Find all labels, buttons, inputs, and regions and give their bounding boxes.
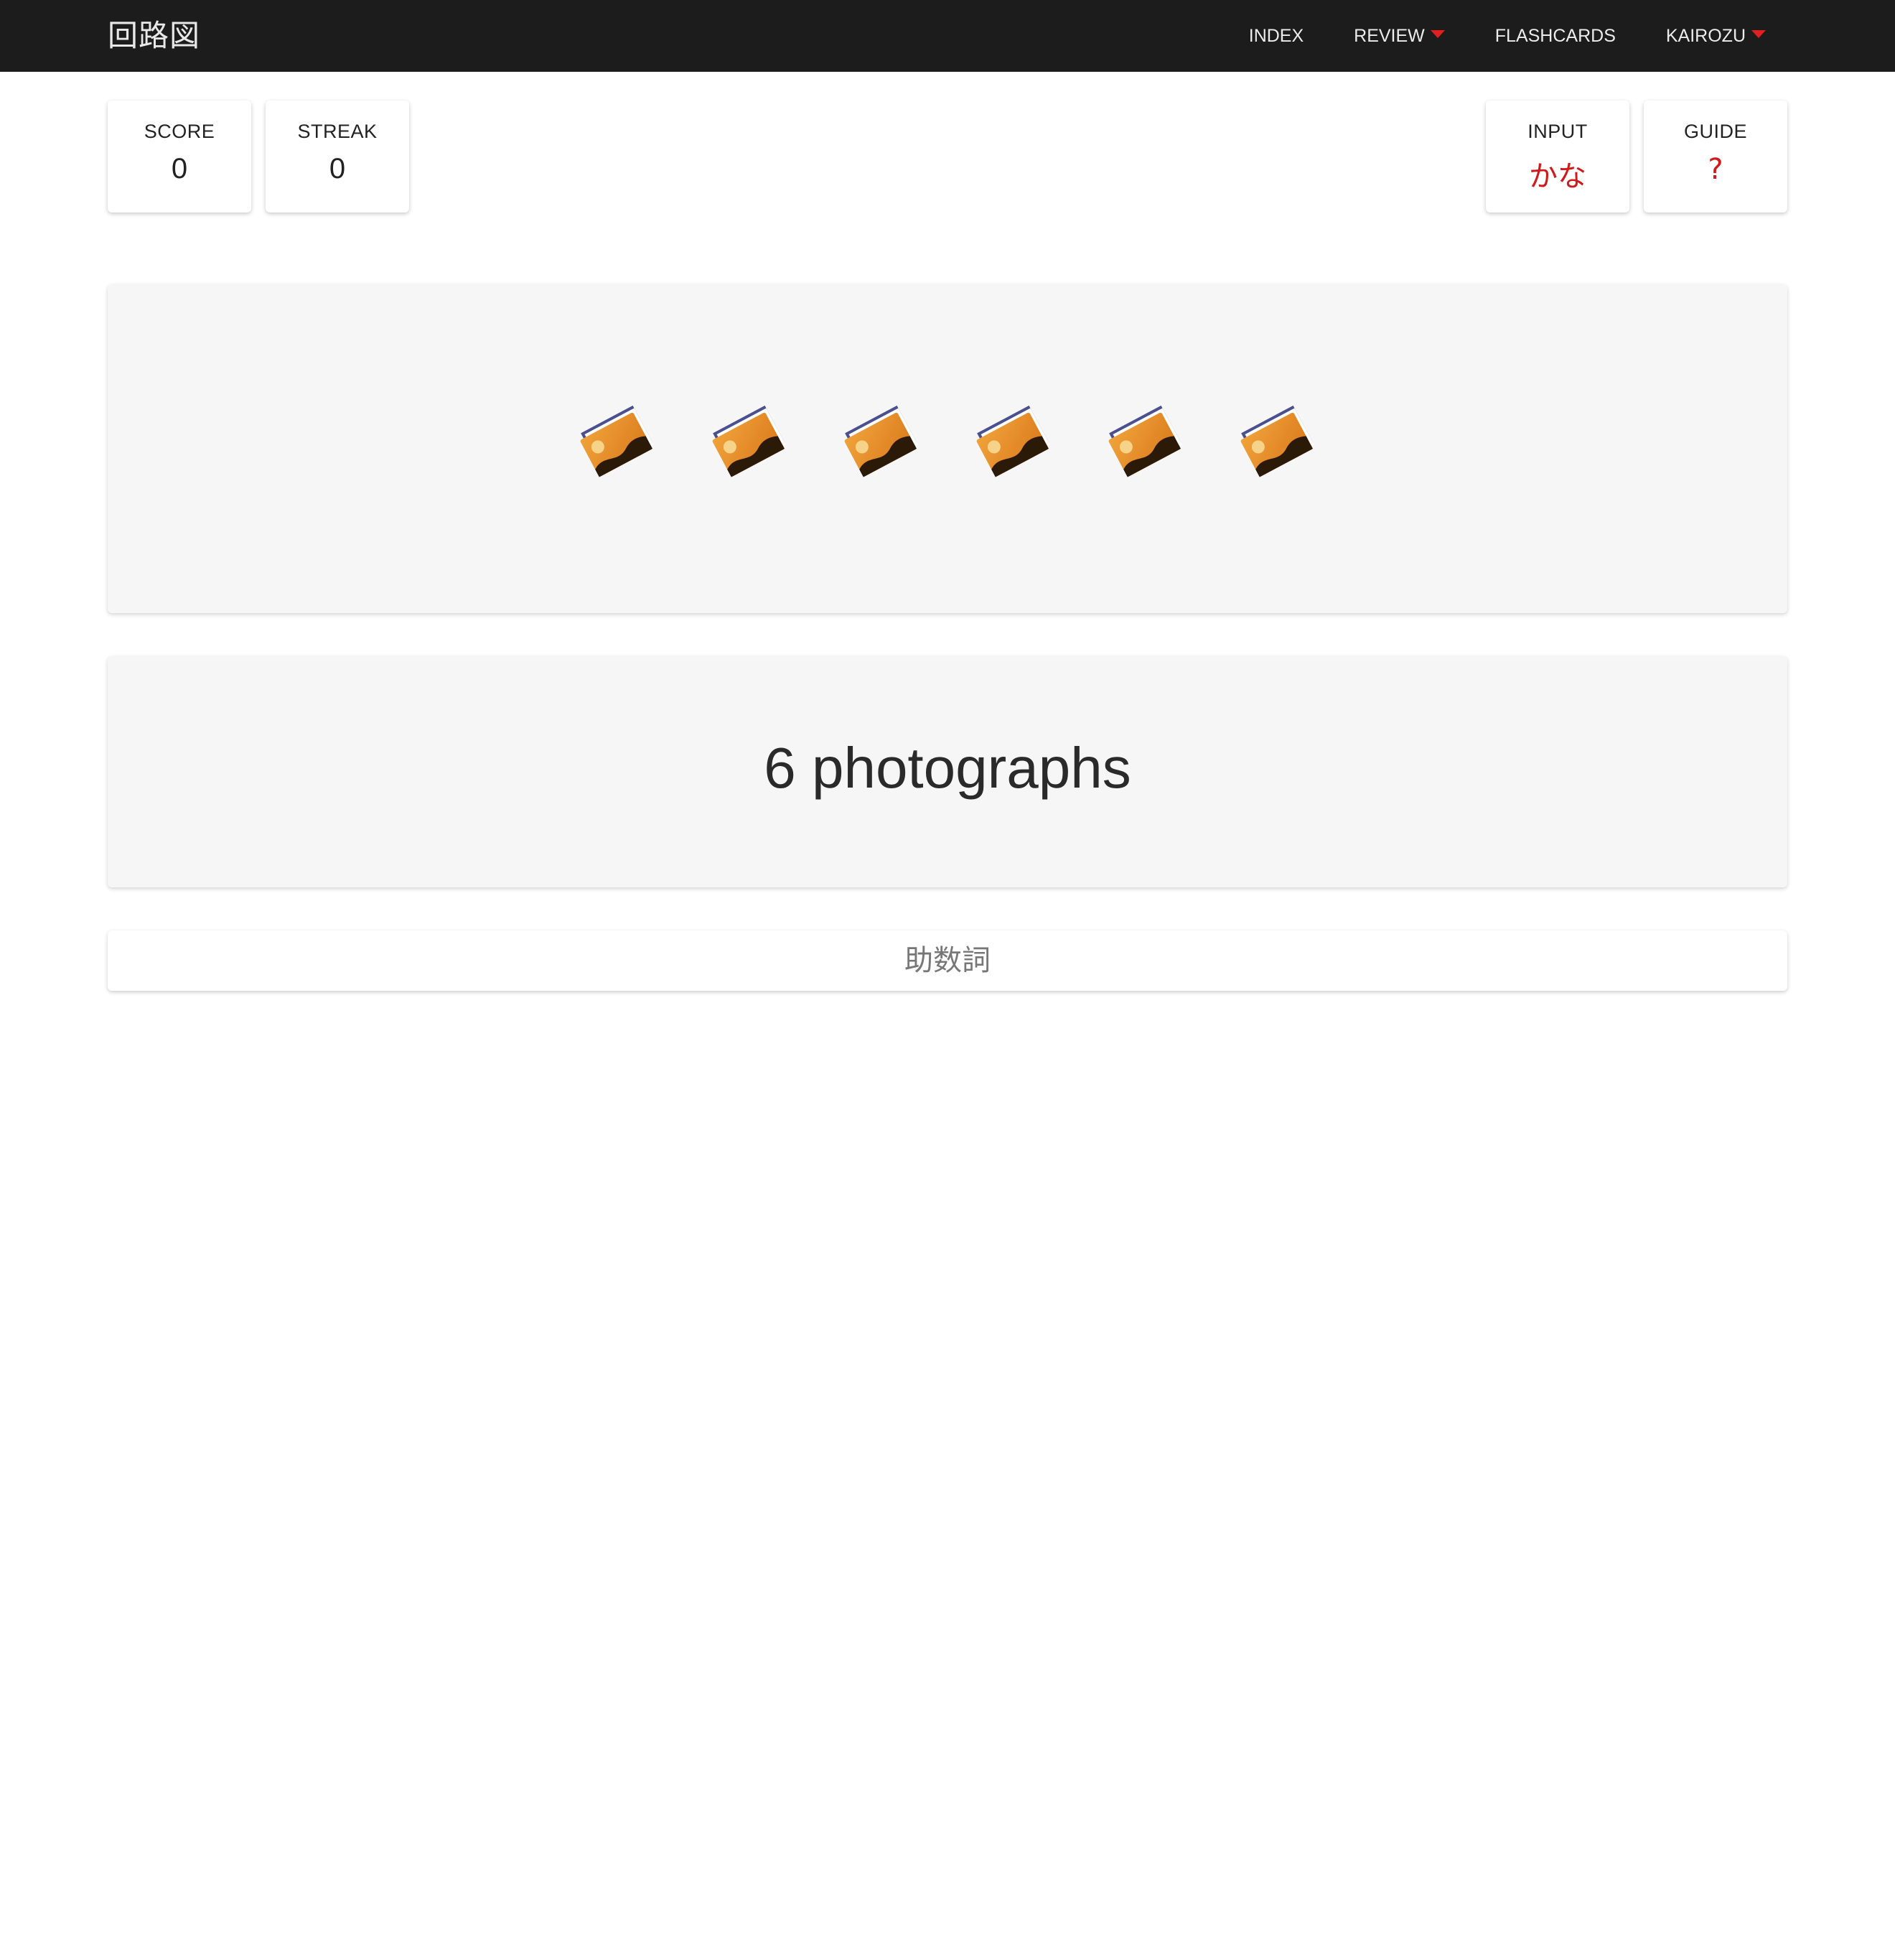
streak-value: 0	[329, 153, 346, 185]
nav-item-label: KAIROZU	[1665, 25, 1746, 46]
guide-value: ?	[1708, 153, 1723, 186]
score-card: SCORE 0	[108, 101, 251, 213]
input-value: かな	[1529, 160, 1586, 193]
score-value: 0	[171, 153, 188, 185]
nav-item-review[interactable]: REVIEW	[1354, 26, 1445, 47]
streak-card: STREAK 0	[266, 101, 409, 213]
input-label: INPUT	[1527, 121, 1588, 142]
nav-item-label: FLASHCARDS	[1494, 25, 1616, 46]
framed-picture-icon	[976, 405, 1050, 477]
guide-label: GUIDE	[1683, 121, 1747, 142]
nav-item-index[interactable]: INDEX	[1249, 26, 1304, 47]
nav-item-kairozu[interactable]: KAIROZU	[1666, 26, 1766, 47]
framed-picture-icon	[580, 405, 654, 477]
nav-item-label: REVIEW	[1354, 25, 1425, 46]
navbar: 回路図 INDEX REVIEW FLASHCARDS KAIROZU	[0, 0, 1895, 72]
prompt-text: 6 photographs	[764, 736, 1131, 800]
counter-image-panel	[108, 284, 1787, 613]
score-label: SCORE	[144, 121, 215, 142]
brand-logo[interactable]: 回路図	[108, 0, 200, 72]
framed-picture-icon	[712, 405, 786, 477]
framed-picture-icon	[844, 405, 918, 477]
input-mode-button[interactable]: INPUT かな	[1486, 101, 1629, 213]
prompt-panel: 6 photographs	[108, 656, 1787, 887]
framed-picture-icon	[1240, 405, 1314, 477]
photo-icon-row	[108, 396, 1787, 489]
nav-menu: INDEX REVIEW FLASHCARDS KAIROZU	[1199, 0, 1766, 72]
caret-down-icon	[1751, 29, 1766, 38]
nav-item-flashcards[interactable]: FLASHCARDS	[1495, 26, 1616, 47]
streak-label: STREAK	[297, 121, 378, 142]
guide-button[interactable]: GUIDE ?	[1644, 101, 1787, 213]
counter-hint-bar[interactable]: 助数詞	[108, 930, 1787, 991]
caret-down-icon	[1430, 29, 1445, 38]
nav-item-label: INDEX	[1248, 25, 1304, 46]
framed-picture-icon	[1108, 405, 1182, 477]
